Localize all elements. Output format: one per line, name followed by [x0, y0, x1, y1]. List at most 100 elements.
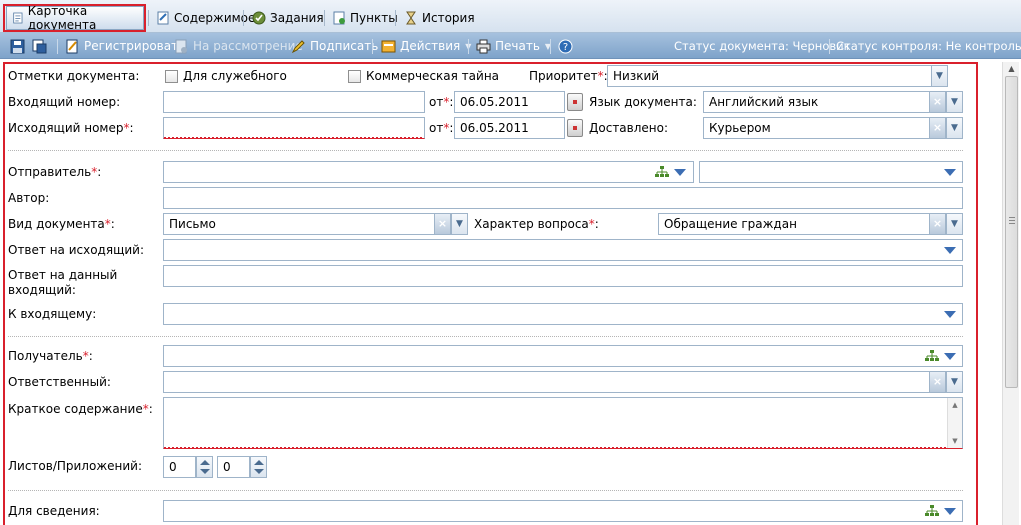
delivered-value: Курьером — [709, 121, 771, 135]
summary-scrollbar[interactable]: ▲ ▼ — [947, 398, 962, 448]
attachments-stepper-icon[interactable] — [250, 456, 267, 478]
org-tree-icon[interactable] — [925, 505, 939, 517]
responsible-clear-icon[interactable]: × — [929, 371, 946, 393]
toolbar-separator — [468, 39, 469, 54]
reply-outgoing-input[interactable] — [163, 239, 963, 261]
commercial-secret-label: Коммерческая тайна — [366, 69, 500, 83]
save-close-icon — [32, 39, 47, 53]
sender-input[interactable] — [163, 161, 694, 183]
scroll-up-arrow-icon[interactable]: ▲ — [1003, 62, 1020, 76]
review-label: На рассмотрение — [193, 39, 303, 53]
outgoing-number-input[interactable] — [163, 117, 425, 139]
help-icon: ? — [558, 39, 573, 53]
summary-label: Краткое содержание*: — [8, 402, 153, 416]
doc-type-select[interactable]: Письмо — [163, 213, 435, 235]
question-type-clear-icon[interactable]: × — [929, 213, 946, 235]
content-icon — [157, 11, 169, 25]
sender-person-input[interactable] — [699, 161, 963, 183]
delivered-select[interactable]: Курьером — [703, 117, 931, 139]
tab-history[interactable]: История — [399, 6, 480, 30]
language-clear-icon[interactable]: × — [929, 91, 946, 113]
delivered-label: Доставлено: — [589, 121, 669, 135]
incoming-date-input[interactable]: 06.05.2011 — [454, 91, 565, 113]
responsible-dropdown-icon[interactable]: ▼ — [946, 371, 963, 393]
calendar-icon[interactable] — [567, 119, 583, 137]
review-button[interactable]: На рассмотрение — [174, 37, 303, 55]
actions-button[interactable]: Действия ▼ — [381, 37, 471, 55]
tab-label: История — [422, 11, 475, 25]
incoming-date-value: 06.05.2011 — [460, 95, 529, 109]
section-divider — [8, 490, 963, 491]
recipient-dropdown-icon[interactable] — [944, 353, 956, 360]
pencil-icon — [291, 39, 305, 53]
to-incoming-dropdown-icon[interactable] — [944, 311, 956, 318]
for-official-label: Для служебного — [183, 69, 287, 83]
org-tree-icon[interactable] — [925, 350, 939, 362]
outgoing-date-input[interactable]: 06.05.2011 — [454, 117, 565, 139]
priority-dropdown-icon[interactable]: ▼ — [931, 65, 948, 87]
author-label: Автор: — [8, 191, 50, 205]
tab-tasks[interactable]: Задания — [247, 6, 329, 30]
for-official-checkbox[interactable] — [165, 70, 178, 83]
to-incoming-input[interactable] — [163, 303, 963, 325]
save-button[interactable] — [10, 37, 29, 55]
toolbar: Регистрировать На рассмотрение Подписать… — [0, 33, 1021, 59]
doc-type-clear-icon[interactable]: × — [434, 213, 451, 235]
scroll-down-arrow-icon[interactable]: ▼ — [948, 434, 962, 448]
toolbar-separator — [372, 39, 373, 54]
sign-label: Подписать — [310, 39, 379, 53]
reply-outgoing-dropdown-icon[interactable] — [944, 247, 956, 254]
help-button[interactable]: ? — [558, 37, 577, 55]
summary-textarea[interactable] — [163, 397, 963, 449]
sheets-stepper-icon[interactable] — [196, 456, 213, 478]
review-icon — [175, 39, 187, 53]
for-info-label: Для сведения: — [8, 504, 100, 518]
question-type-select[interactable]: Обращение граждан — [658, 213, 931, 235]
responsible-select[interactable] — [163, 371, 931, 393]
incoming-date-label: от*: — [429, 95, 454, 109]
vertical-scrollbar[interactable]: ▲ — [1002, 62, 1019, 525]
tab-items[interactable]: Пункты — [327, 6, 403, 30]
attachments-input[interactable]: 0 — [217, 456, 250, 478]
tab-label: Задания — [270, 11, 324, 25]
recipient-input[interactable] — [163, 345, 963, 367]
org-tree-icon[interactable] — [655, 166, 669, 178]
scroll-up-arrow-icon[interactable]: ▲ — [948, 398, 962, 412]
question-type-label: Характер вопроса*: — [474, 217, 599, 231]
tab-label: Пункты — [350, 11, 398, 25]
sign-button[interactable]: Подписать — [291, 37, 378, 55]
delivered-clear-icon[interactable]: × — [929, 117, 946, 139]
register-button[interactable]: Регистрировать — [65, 37, 185, 55]
sheets-input[interactable]: 0 — [163, 456, 196, 478]
tab-separator — [243, 10, 244, 26]
document-marks-label: Отметки документа: — [8, 69, 140, 83]
sender-dropdown-icon[interactable] — [674, 169, 686, 176]
author-input[interactable] — [163, 187, 963, 209]
for-info-dropdown-icon[interactable] — [944, 508, 956, 515]
tab-separator — [148, 10, 149, 26]
incoming-number-input[interactable] — [163, 91, 425, 113]
question-type-value: Обращение граждан — [664, 217, 797, 231]
delivered-dropdown-icon[interactable]: ▼ — [946, 117, 963, 139]
scroll-thumb[interactable] — [1005, 76, 1018, 388]
for-info-input[interactable] — [163, 500, 963, 522]
section-divider — [8, 336, 963, 337]
calendar-icon[interactable] — [567, 93, 583, 111]
attachments-value: 0 — [223, 460, 231, 474]
language-dropdown-icon[interactable]: ▼ — [946, 91, 963, 113]
language-select[interactable]: Английский язык — [703, 91, 931, 113]
sender-person-dropdown-icon[interactable] — [944, 169, 956, 176]
grip-icon — [1009, 217, 1015, 224]
doc-type-dropdown-icon[interactable]: ▼ — [451, 213, 468, 235]
sender-label: Отправитель*: — [8, 165, 102, 179]
incoming-number-label: Входящий номер: — [8, 95, 121, 109]
save-close-button[interactable] — [32, 37, 51, 55]
priority-select[interactable]: Низкий — [607, 65, 932, 87]
print-button[interactable]: Печать ▼ — [476, 37, 551, 55]
commercial-secret-checkbox[interactable] — [348, 70, 361, 83]
sheets-label: Листов/Приложений: — [8, 459, 142, 473]
question-type-dropdown-icon[interactable]: ▼ — [946, 213, 963, 235]
reply-incoming-input[interactable] — [163, 265, 963, 287]
print-label: Печать — [495, 39, 540, 53]
document-status: Статус документа: Черновик — [674, 39, 851, 53]
